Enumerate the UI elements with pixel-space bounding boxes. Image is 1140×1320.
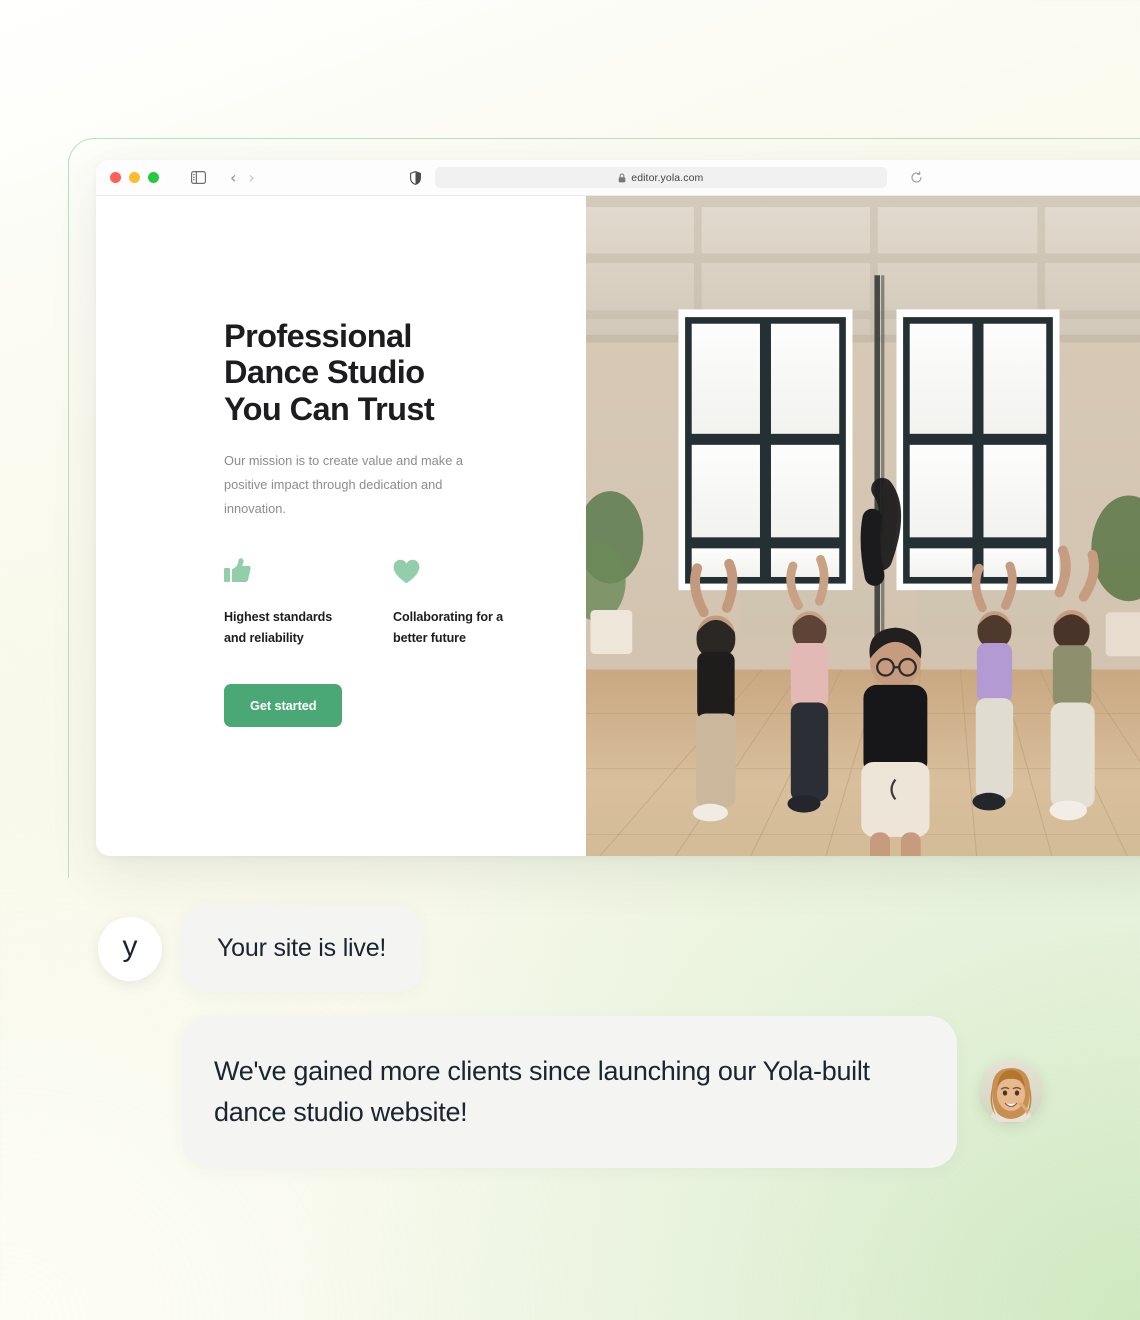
back-icon[interactable]: ‹ [230, 169, 236, 186]
chat-bubble-testimonial: We've gained more clients since launchin… [182, 1016, 957, 1169]
user-photo [979, 1060, 1043, 1125]
browser-toolbar: ‹ › editor.yola.com [96, 160, 1140, 196]
hero-image [586, 196, 1140, 856]
close-window-button[interactable] [110, 172, 121, 183]
page-title: Professional Dance Studio You Can Trust [224, 318, 586, 427]
headline-line-3: You Can Trust [224, 390, 435, 427]
chat-row-testimonial: We've gained more clients since launchin… [0, 1016, 1140, 1169]
heart-icon [393, 554, 526, 584]
feature-label: Highest standards and reliability [224, 609, 333, 646]
maximize-window-button[interactable] [148, 172, 159, 183]
minimize-window-button[interactable] [129, 172, 140, 183]
chat-section: y Your site is live! We've gained more c… [0, 905, 1140, 1169]
feature-label: Collaborating for a better future [393, 609, 504, 646]
yola-brand-avatar: y [98, 916, 162, 981]
nav-buttons[interactable]: ‹ › [230, 169, 255, 186]
headline-line-2: Dance Studio [224, 354, 425, 391]
hero-paragraph: Our mission is to create value and make … [224, 453, 463, 516]
feature-item-collaboration: Collaborating for a better future [393, 554, 526, 650]
chat-message-text: Your site is live! [217, 934, 387, 962]
reload-icon[interactable] [910, 171, 923, 184]
get-started-button[interactable]: Get started [224, 683, 343, 727]
chat-message-text: We've gained more clients since launchin… [214, 1056, 870, 1128]
sidebar-toggle-icon[interactable] [191, 171, 206, 184]
lock-icon [618, 173, 626, 183]
headline-line-1: Professional [224, 318, 412, 354]
browser-window: ‹ › editor.yola.com Professional Dance S… [96, 160, 1140, 856]
chat-row-brand: y Your site is live! [0, 905, 1140, 992]
window-traffic-lights[interactable] [110, 172, 159, 183]
chat-bubble-status: Your site is live! [181, 905, 423, 992]
feature-item-standards: Highest standards and reliability [224, 554, 357, 650]
url-text: editor.yola.com [631, 171, 704, 184]
forward-icon[interactable]: › [248, 169, 254, 186]
thumbs-up-icon [224, 554, 357, 584]
shield-icon[interactable] [409, 170, 421, 185]
feature-list: Highest standards and reliability Collab… [224, 554, 586, 650]
address-bar[interactable]: editor.yola.com [434, 167, 922, 188]
hero-text-column: Professional Dance Studio You Can Trust … [96, 196, 586, 856]
dance-studio-photo [586, 196, 1140, 856]
avatar [979, 1060, 1043, 1125]
website-preview: Professional Dance Studio You Can Trust … [96, 196, 1140, 856]
